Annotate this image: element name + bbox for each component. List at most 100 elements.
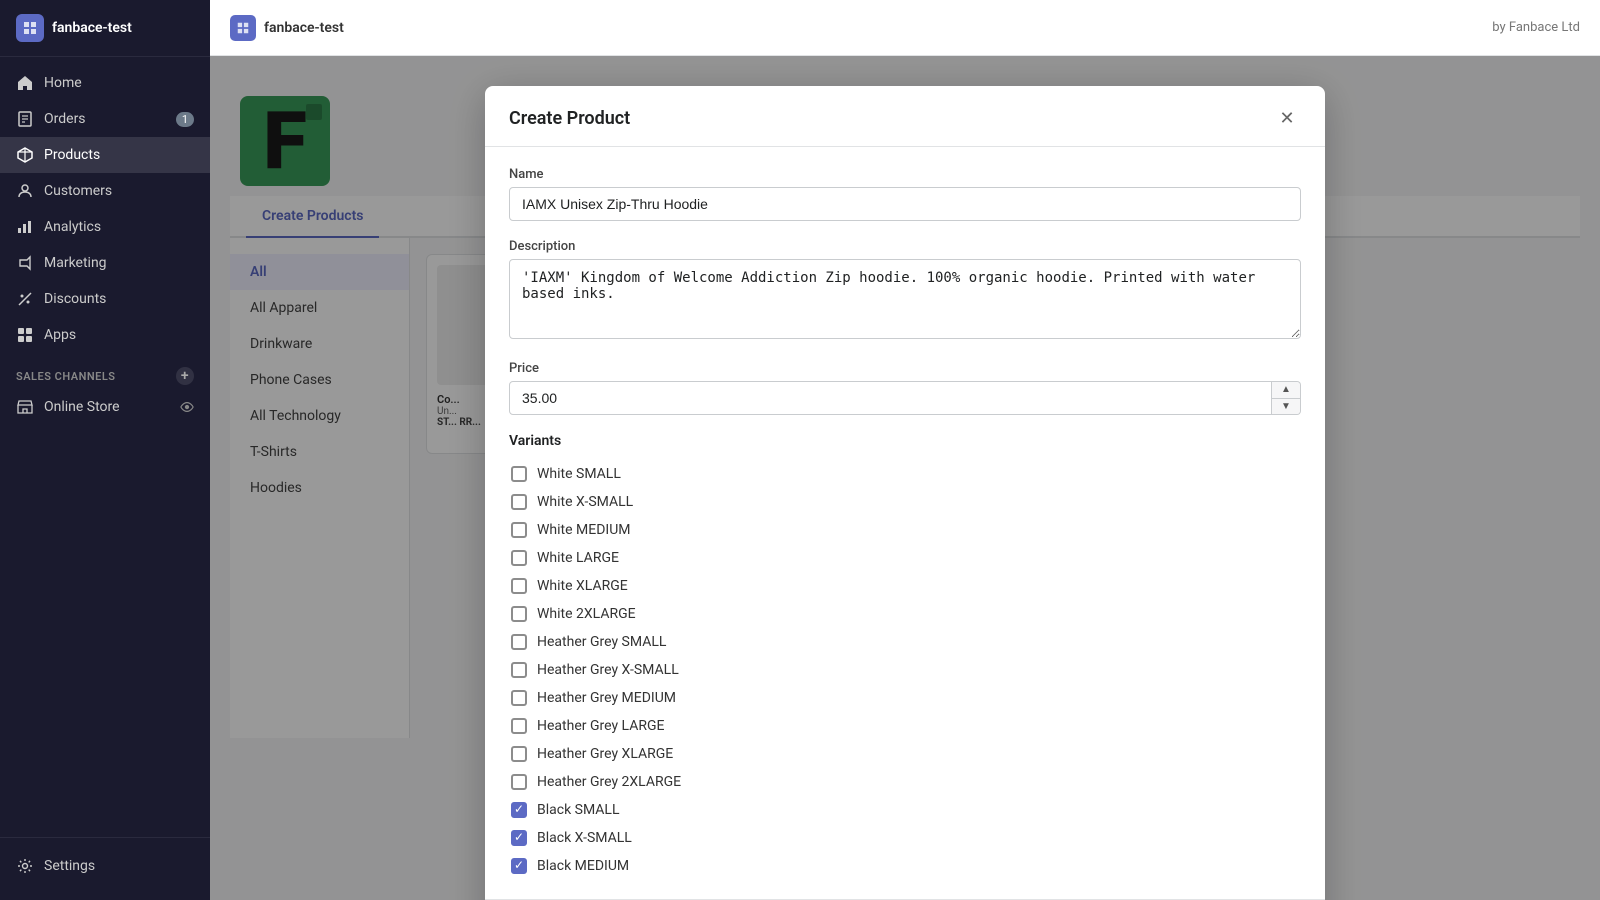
main-area: fanbace-test by Fanbace Ltd F Create Pro… [210,0,1600,900]
visibility-icon [180,399,194,415]
variant-item: Heather Grey MEDIUM [509,685,1301,711]
variant-checkbox-heather-grey-2xlarge[interactable] [511,774,527,790]
sidebar-item-online-store[interactable]: Online Store [0,389,210,425]
orders-icon [16,110,34,128]
add-channel-button[interactable]: + [176,367,194,385]
customers-icon [16,182,34,200]
sidebar-item-apps[interactable]: Apps [0,317,210,353]
marketing-icon [16,254,34,272]
name-input[interactable] [509,187,1301,221]
store-icon [16,398,34,416]
variant-checkbox-heather-grey-large[interactable] [511,718,527,734]
variants-section: Variants White SMALL White X-SMALL White M… [509,433,1301,879]
price-stepper: ▲ ▼ [1272,381,1301,415]
variant-checkbox-white-small[interactable] [511,466,527,482]
variant-item: White XLARGE [509,573,1301,599]
variant-item: White X-SMALL [509,489,1301,515]
sidebar: fanbace-test Home Orders 1 Products [0,0,210,900]
variant-item: Heather Grey X-SMALL [509,657,1301,683]
sidebar-item-label: Analytics [44,219,101,235]
apps-icon [16,326,34,344]
variant-item: White 2XLARGE [509,601,1301,627]
variant-label: White X-SMALL [537,494,633,510]
sidebar-item-label: Home [44,75,82,91]
variant-list: White SMALL White X-SMALL White MEDIUM Whit… [509,461,1301,879]
variant-label: Heather Grey MEDIUM [537,690,676,706]
sidebar-item-label: Marketing [44,255,107,271]
variant-checkbox-heather-grey-xsmall[interactable] [511,662,527,678]
variant-item: Heather Grey LARGE [509,713,1301,739]
sidebar-item-label: Orders [44,111,86,127]
variant-label: Black SMALL [537,802,620,818]
variant-label: White 2XLARGE [537,606,636,622]
variant-checkbox-white-large[interactable] [511,550,527,566]
sidebar-item-discounts[interactable]: Discounts [0,281,210,317]
variant-item: Heather Grey 2XLARGE [509,769,1301,795]
variant-checkbox-white-2xlarge[interactable] [511,606,527,622]
sidebar-nav: Home Orders 1 Products Customers [0,57,210,837]
modal-header: Create Product ✕ [485,86,1325,147]
price-label: Price [509,361,1301,376]
description-label: Description [509,239,1301,254]
sidebar-item-orders[interactable]: Orders 1 [0,101,210,137]
products-icon [16,146,34,164]
sidebar-item-analytics[interactable]: Analytics [0,209,210,245]
topbar-logo-icon [230,15,256,41]
variant-label: Heather Grey SMALL [537,634,666,650]
modal-body: Name Description Price [485,147,1325,899]
price-increment-button[interactable]: ▲ [1272,382,1300,399]
sidebar-item-products[interactable]: Products [0,137,210,173]
sidebar-item-label: Customers [44,183,112,199]
variant-checkbox-white-xsmall[interactable] [511,494,527,510]
variant-label: White SMALL [537,466,621,482]
description-group: Description [509,239,1301,343]
price-decrement-button[interactable]: ▼ [1272,399,1300,415]
variant-item: White SMALL [509,461,1301,487]
variant-item: Black MEDIUM [509,853,1301,879]
price-input-wrap: ▲ ▼ [509,381,1301,415]
variant-label: Black X-SMALL [537,830,632,846]
settings-icon [16,857,34,875]
variant-label: White LARGE [537,550,619,566]
settings-label: Settings [44,858,95,874]
price-input[interactable] [509,381,1272,415]
sidebar-logo-icon [16,14,44,42]
variant-item: Heather Grey XLARGE [509,741,1301,767]
variant-checkbox-black-small[interactable] [511,802,527,818]
variant-label: Heather Grey X-SMALL [537,662,679,678]
create-product-modal: Create Product ✕ Name Description [485,86,1325,900]
variant-checkbox-heather-grey-small[interactable] [511,634,527,650]
topbar-by-text: by Fanbace Ltd [1492,20,1580,35]
variant-checkbox-white-medium[interactable] [511,522,527,538]
name-group: Name [509,167,1301,221]
topbar-logo: fanbace-test [230,15,344,41]
modal-title: Create Product [509,108,630,129]
sidebar-store-name: fanbace-test [52,20,132,36]
sidebar-logo: fanbace-test [0,0,210,57]
discounts-icon [16,290,34,308]
variant-checkbox-black-medium[interactable] [511,858,527,874]
variant-checkbox-black-xsmall[interactable] [511,830,527,846]
variant-item: Black SMALL [509,797,1301,823]
sidebar-item-customers[interactable]: Customers [0,173,210,209]
sales-channels-header: SALES CHANNELS + [0,353,210,389]
variant-checkbox-heather-grey-medium[interactable] [511,690,527,706]
close-button[interactable]: ✕ [1273,104,1301,132]
content-area: F Create Products All All Apparel Drinkw… [210,56,1600,900]
variant-label: White MEDIUM [537,522,631,538]
description-input[interactable] [509,259,1301,339]
variant-label: White XLARGE [537,578,628,594]
variant-item: Heather Grey SMALL [509,629,1301,655]
sidebar-bottom: Settings [0,837,210,900]
sidebar-item-home[interactable]: Home [0,65,210,101]
topbar-store-name: fanbace-test [264,20,344,36]
modal-overlay: Create Product ✕ Name Description [210,56,1600,900]
variant-checkbox-heather-grey-xlarge[interactable] [511,746,527,762]
variant-checkbox-white-xlarge[interactable] [511,578,527,594]
topbar: fanbace-test by Fanbace Ltd [210,0,1600,56]
sidebar-item-settings[interactable]: Settings [0,848,210,884]
sidebar-item-marketing[interactable]: Marketing [0,245,210,281]
variant-item: White LARGE [509,545,1301,571]
variant-label: Heather Grey XLARGE [537,746,673,762]
variants-label: Variants [509,433,1301,449]
